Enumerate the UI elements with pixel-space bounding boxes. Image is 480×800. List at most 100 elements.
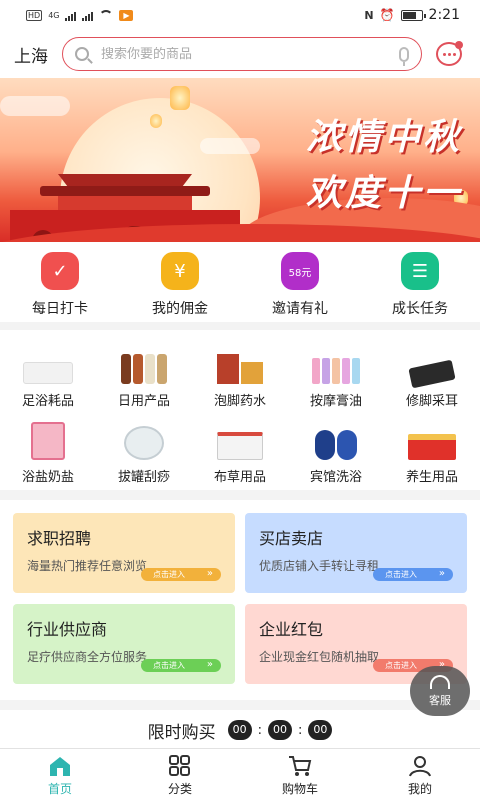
category-label: 养生用品	[405, 470, 458, 485]
gift-badge-icon: 58元	[281, 252, 319, 290]
category-item[interactable]: 足浴耗品	[0, 338, 96, 414]
cupping-icon	[114, 414, 174, 460]
search-icon	[75, 47, 89, 61]
card-enter-button[interactable]: 点击进入	[373, 568, 453, 581]
card-jobs[interactable]: 求职招聘 海量热门推荐任意浏览 点击进入	[13, 513, 235, 593]
quick-action-label: 我的佣金	[152, 301, 208, 317]
oil-bottles-icon	[306, 338, 366, 384]
quick-action-checkin[interactable]: ✓ 每日打卡	[0, 242, 120, 322]
card-title: 企业红包	[259, 620, 324, 639]
cloud-graphic-2	[200, 138, 260, 154]
home-icon	[50, 757, 70, 776]
card-title: 买店卖店	[259, 529, 324, 548]
banner-headline: 浓情中秋 欢度十一	[306, 108, 462, 216]
top-header: 上海	[0, 30, 480, 78]
category-label: 布草用品	[213, 470, 266, 485]
countdown-minutes: 00	[268, 720, 292, 740]
category-label: 拔罐刮痧	[117, 470, 170, 485]
signal-icon	[65, 10, 77, 21]
status-bar: HD 4G ▶ N ⏰ 2:21	[0, 0, 480, 30]
category-item[interactable]: 拔罐刮痧	[96, 414, 192, 490]
message-icon[interactable]	[436, 41, 463, 66]
quick-action-invite[interactable]: 58元 邀请有礼	[240, 242, 360, 322]
tab-label: 我的	[407, 782, 432, 796]
signal-icon-2	[82, 10, 94, 21]
tab-cart[interactable]: 购物车	[240, 749, 360, 800]
tab-label: 分类	[167, 782, 192, 796]
countdown-separator: :	[257, 722, 262, 738]
calendar-check-icon: ✓	[41, 252, 79, 290]
tab-label: 首页	[47, 782, 72, 796]
nfc-icon: N	[364, 8, 374, 22]
task-list-icon: ☰	[401, 252, 439, 290]
countdown-separator: :	[298, 722, 303, 738]
category-item[interactable]: 泡脚药水	[192, 338, 288, 414]
category-item[interactable]: 浴盐奶盐	[0, 414, 96, 490]
customer-service-label: 客服	[429, 693, 451, 707]
wifi-icon	[99, 10, 114, 20]
search-box[interactable]	[62, 37, 422, 71]
category-item[interactable]: 养生用品	[384, 414, 480, 490]
herbal-box-icon	[210, 338, 270, 384]
status-left: HD 4G ▶	[26, 9, 134, 21]
service-cards: 求职招聘 海量热门推荐任意浏览 点击进入 买店卖店 优质店铺入手转让寻租 点击进…	[0, 500, 480, 700]
category-item[interactable]: 日用产品	[96, 338, 192, 414]
banner-line-1: 浓情中秋	[305, 117, 462, 158]
tab-label: 购物车	[281, 782, 318, 796]
tab-category[interactable]: 分类	[120, 749, 240, 800]
linen-icon	[210, 414, 270, 460]
card-shop-trade[interactable]: 买店卖店 优质店铺入手转让寻租 点击进入	[245, 513, 467, 593]
quick-action-label: 每日打卡	[32, 301, 88, 317]
alarm-icon: ⏰	[379, 8, 395, 22]
microphone-icon[interactable]	[399, 46, 409, 66]
quick-actions: ✓ 每日打卡 ¥ 我的佣金 58元 邀请有礼 ☰ 成长任务	[0, 242, 480, 322]
quick-action-commission[interactable]: ¥ 我的佣金	[120, 242, 240, 322]
countdown-seconds: 00	[308, 720, 333, 740]
flash-sale-header: 限时购买 00 : 00 : 00	[0, 710, 480, 750]
app-screen: HD 4G ▶ N ⏰ 2:21 上海 搜索你要的商品 浓情中秋 欢度十一 ✓ …	[0, 0, 480, 800]
quick-action-label: 邀请有礼	[272, 301, 328, 317]
customer-service-button[interactable]: 客服	[410, 666, 470, 716]
flash-sale-title: 限时购买	[147, 722, 216, 743]
quick-action-tasks[interactable]: ☰ 成长任务	[360, 242, 480, 322]
banner-line-2: 欢度十一	[305, 173, 462, 214]
network-label: 4G	[48, 10, 60, 20]
towel-icon	[18, 338, 78, 384]
gate-roof	[40, 186, 210, 196]
search-input[interactable]	[101, 46, 393, 62]
bath-salt-icon	[18, 414, 78, 460]
countdown-hours: 00	[227, 720, 252, 740]
battery-icon	[400, 9, 426, 21]
bottles-icon	[114, 338, 174, 384]
city-selector[interactable]: 上海	[0, 42, 62, 67]
card-title: 求职招聘	[27, 529, 92, 548]
category-item[interactable]: 宾馆洗浴	[288, 414, 384, 490]
pedicure-tools-icon	[402, 338, 462, 389]
category-label: 修脚采耳	[405, 394, 458, 409]
slippers-icon	[306, 414, 366, 460]
headset-icon	[430, 674, 450, 689]
status-right: N ⏰ 2:21	[364, 7, 460, 23]
category-item[interactable]: 修脚采耳	[384, 338, 480, 414]
cloud-graphic	[0, 96, 70, 116]
category-label: 宾馆洗浴	[309, 470, 362, 485]
category-grid: 足浴耗品 日用产品 泡脚药水 按摩膏油 修脚采耳 浴盐奶盐 拔罐刮痧 布草用品	[0, 330, 480, 490]
card-suppliers[interactable]: 行业供应商 足疗供应商全方位服务 点击进入	[13, 604, 235, 684]
category-label: 日用产品	[117, 394, 170, 409]
hd-badge: HD	[26, 9, 43, 21]
quick-action-label: 成长任务	[392, 301, 448, 317]
category-label: 泡脚药水	[213, 394, 266, 409]
tab-profile[interactable]: 我的	[360, 749, 480, 800]
health-box-icon	[402, 414, 462, 460]
category-item[interactable]: 按摩膏油	[288, 338, 384, 414]
lantern-icon-2	[150, 114, 162, 128]
category-item[interactable]: 布草用品	[192, 414, 288, 490]
app-notification-icon: ▶	[119, 9, 134, 21]
cart-icon	[289, 756, 312, 776]
tab-home[interactable]: 首页	[0, 749, 120, 800]
card-enter-button[interactable]: 点击进入	[141, 659, 221, 672]
card-title: 行业供应商	[27, 620, 108, 639]
card-enter-button[interactable]: 点击进入	[141, 568, 221, 581]
category-label: 按摩膏油	[309, 394, 362, 409]
promo-banner[interactable]: 浓情中秋 欢度十一	[0, 78, 480, 242]
